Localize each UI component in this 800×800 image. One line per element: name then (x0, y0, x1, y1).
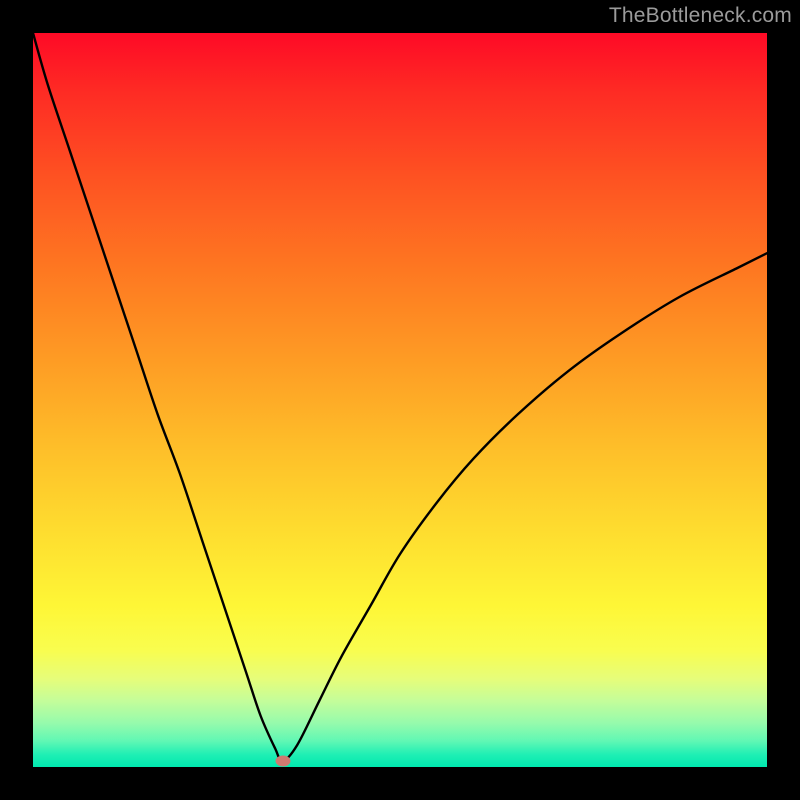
watermark-text: TheBottleneck.com (609, 4, 792, 28)
minimum-marker (275, 756, 290, 767)
curve-path (33, 33, 767, 761)
chart-frame (33, 33, 767, 767)
bottleneck-curve (33, 33, 767, 767)
